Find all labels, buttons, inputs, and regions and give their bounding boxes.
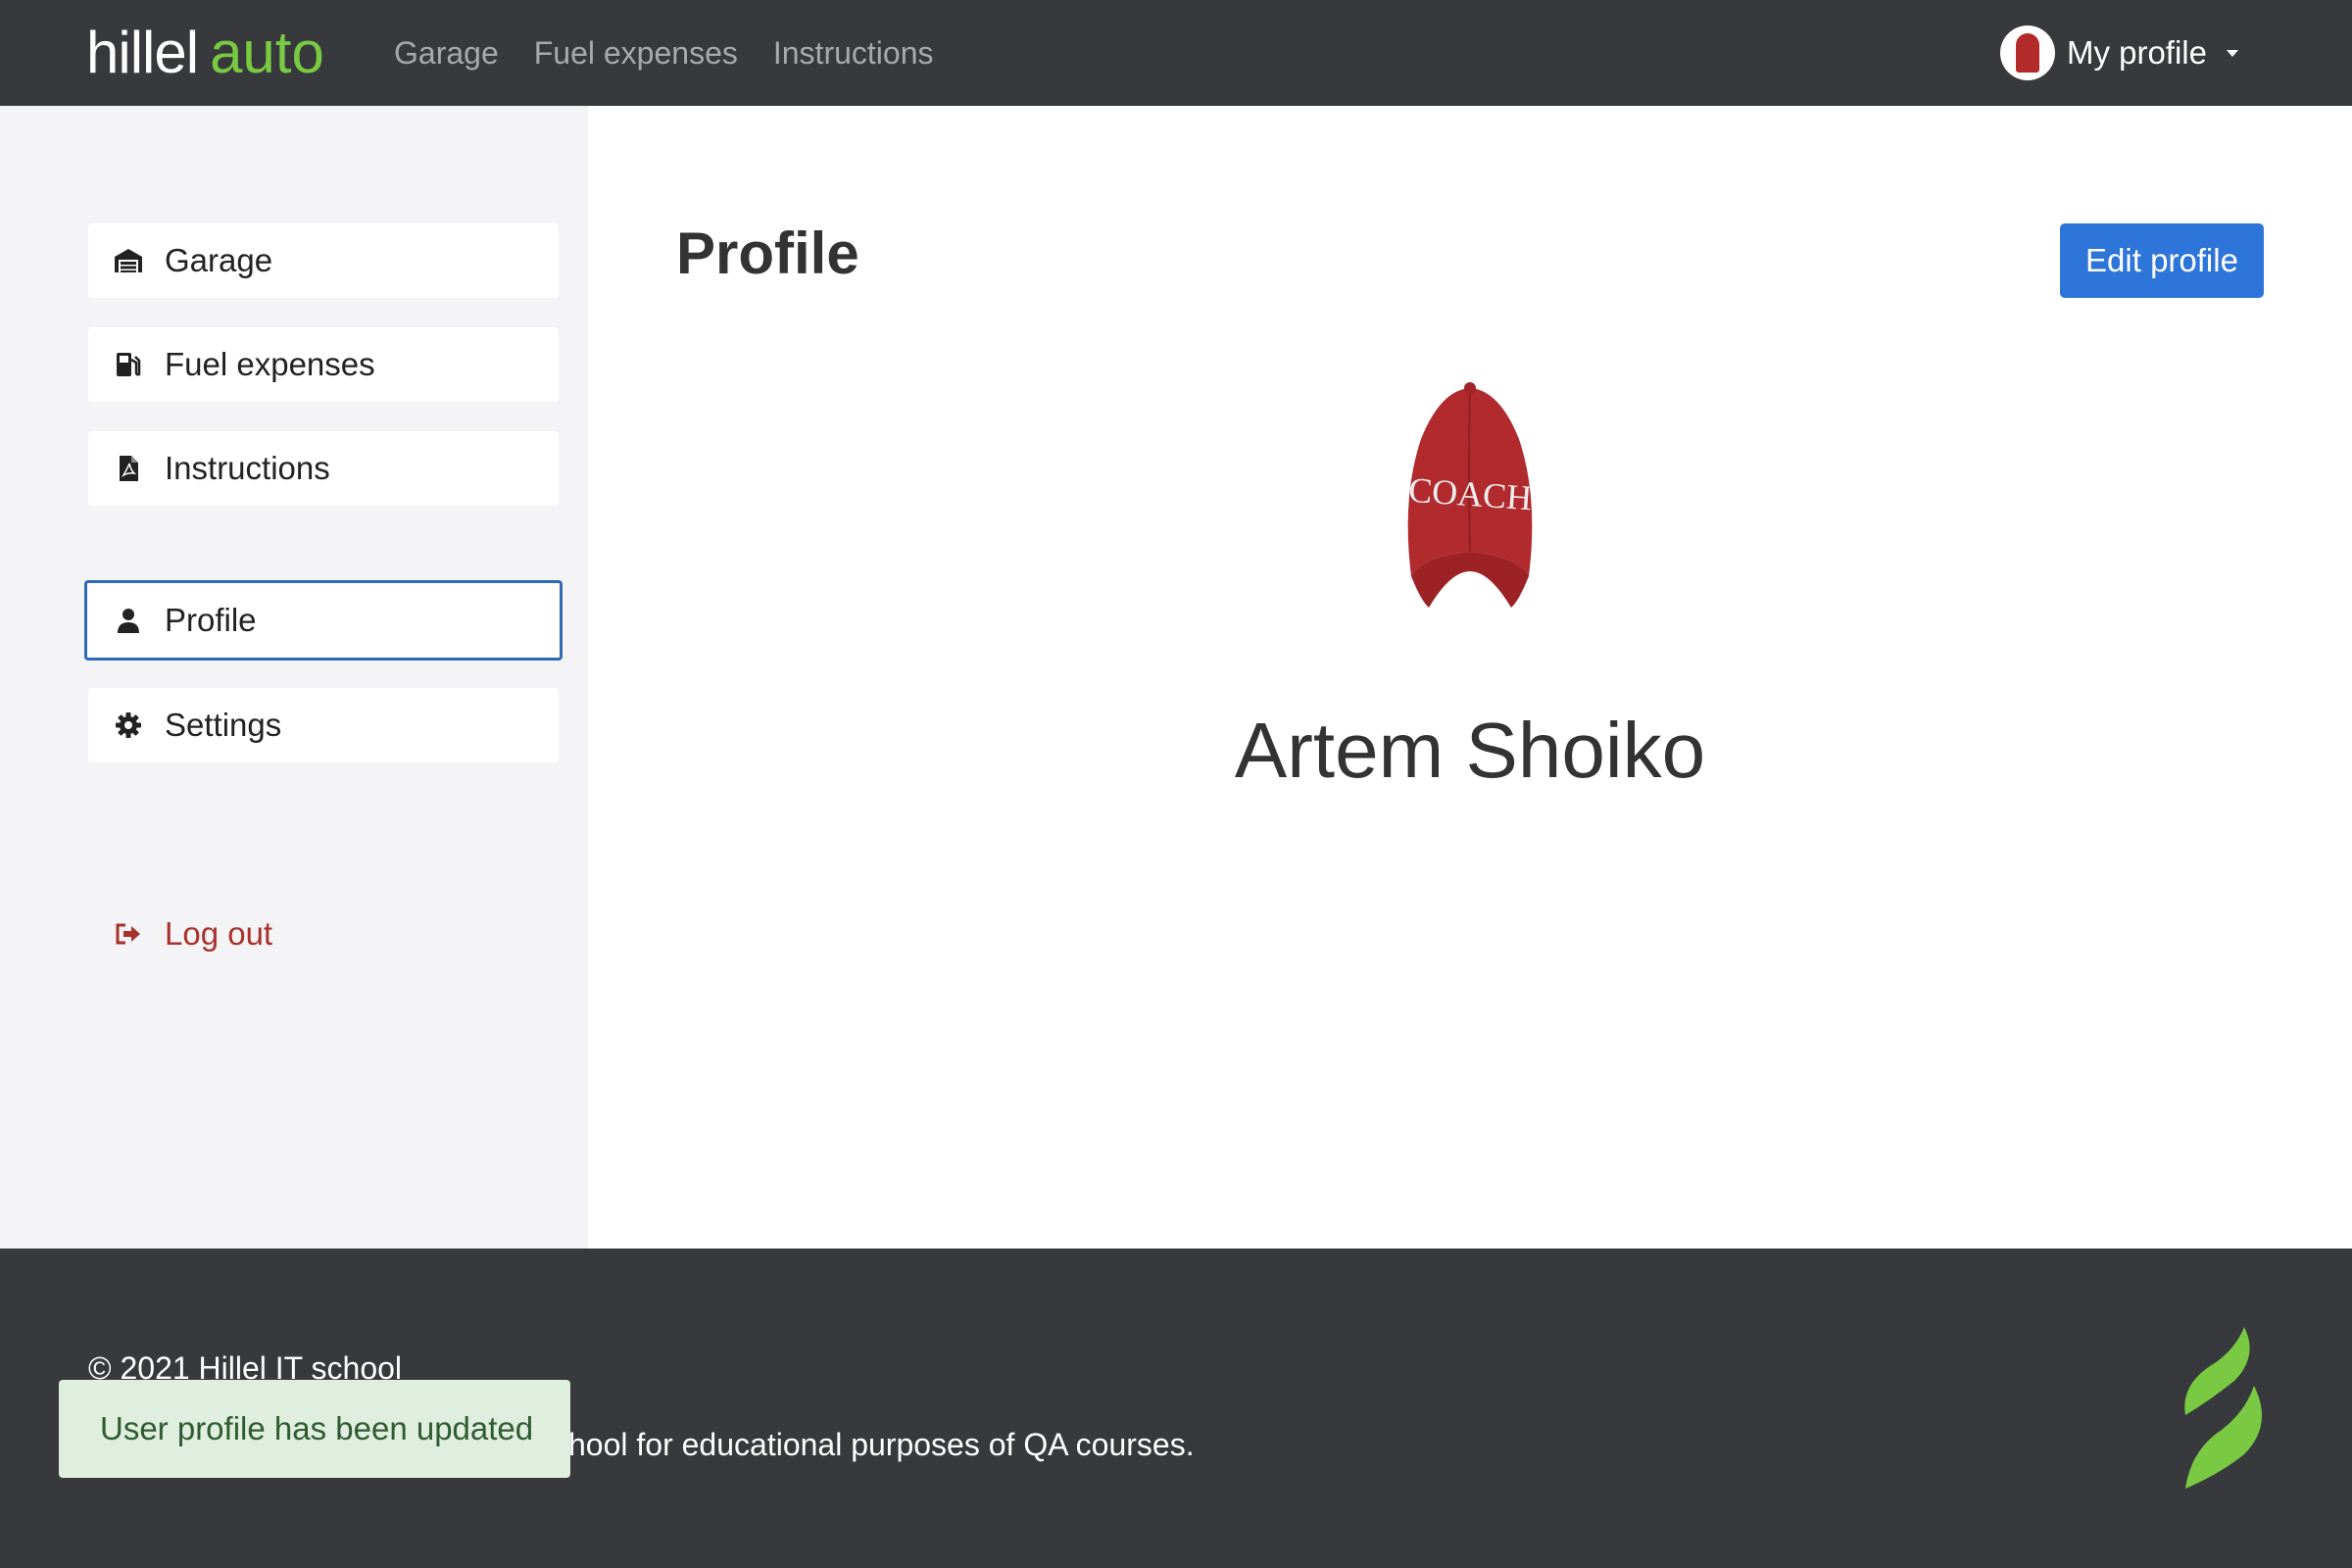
sidebar-item-label: Garage bbox=[165, 242, 273, 278]
sidebar-item-settings[interactable]: Settings bbox=[88, 688, 559, 762]
logout-label: Log out bbox=[165, 915, 273, 952]
sidebar-item-label: Settings bbox=[165, 707, 282, 743]
my-profile-label: My profile bbox=[2066, 34, 2207, 71]
sidebar-item-fuel-expenses[interactable]: Fuel expenses bbox=[88, 327, 559, 402]
sidebar: Garage Fuel expenses Instructions Profil… bbox=[0, 106, 588, 1249]
fuel-icon bbox=[114, 350, 143, 379]
top-nav: Garage Fuel expenses Instructions bbox=[394, 29, 933, 76]
garage-icon bbox=[114, 246, 143, 275]
topnav-fuel-expenses-link[interactable]: Fuel expenses bbox=[534, 29, 738, 76]
logout-link[interactable]: Log out bbox=[88, 897, 272, 971]
topnav-instructions-link[interactable]: Instructions bbox=[773, 29, 934, 76]
topnav-garage-link[interactable]: Garage bbox=[394, 29, 499, 76]
my-profile-dropdown[interactable]: My profile bbox=[1999, 25, 2238, 80]
sidebar-item-label: Fuel expenses bbox=[165, 346, 375, 382]
gear-icon bbox=[114, 710, 143, 740]
caret-down-icon bbox=[2227, 49, 2238, 57]
sidebar-item-garage[interactable]: Garage bbox=[88, 223, 559, 298]
sign-out-icon bbox=[114, 919, 143, 949]
success-toast: User profile has been updated bbox=[59, 1380, 570, 1478]
edit-profile-button[interactable]: Edit profile bbox=[2060, 223, 2264, 298]
toast-message: User profile has been updated bbox=[100, 1410, 534, 1446]
avatar bbox=[1999, 25, 2055, 80]
sidebar-item-label: Profile bbox=[165, 602, 257, 638]
footer-note: hool for educational purposes of QA cour… bbox=[568, 1427, 1195, 1462]
logo-text-hillel: hillel bbox=[86, 20, 199, 85]
sidebar-item-instructions[interactable]: Instructions bbox=[88, 431, 559, 506]
sidebar-item-profile[interactable]: Profile bbox=[84, 580, 563, 661]
top-navbar: hillel auto Garage Fuel expenses Instruc… bbox=[0, 0, 2352, 106]
sidebar-item-label: Instructions bbox=[165, 450, 330, 486]
hillel-leaf-logo-icon bbox=[2176, 1327, 2274, 1494]
hillel-auto-logo[interactable]: hillel auto bbox=[86, 14, 324, 92]
user-icon bbox=[114, 606, 143, 635]
user-full-name: Artem Shoiko bbox=[1234, 707, 1706, 794]
page-title: Profile bbox=[676, 220, 859, 286]
profile-avatar: COACH bbox=[1392, 380, 1548, 625]
logo-text-auto: auto bbox=[210, 20, 324, 85]
pdf-file-icon bbox=[114, 454, 143, 483]
